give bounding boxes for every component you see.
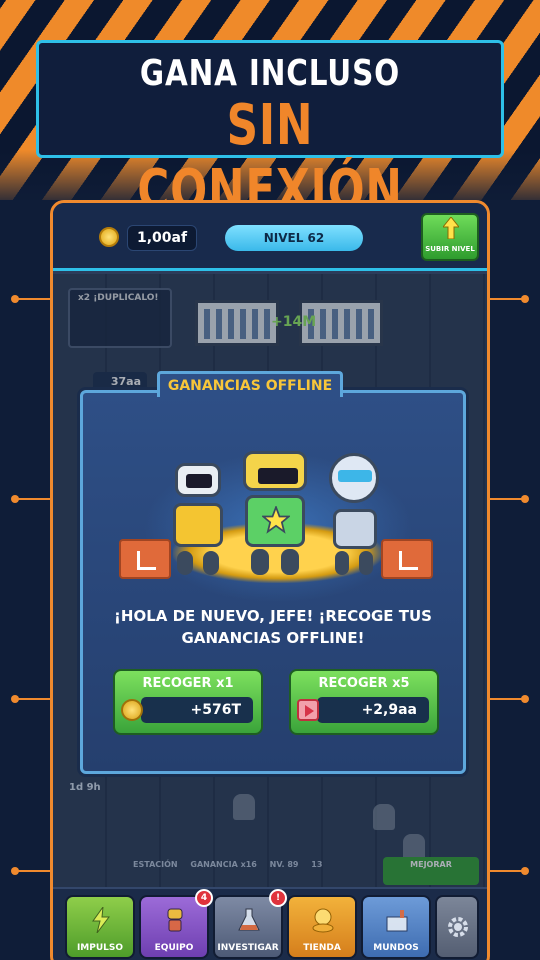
dialog-message: ¡HOLA DE NUEVO, JEFE! ¡RECOGE TUS GANANC… — [114, 607, 432, 647]
collect-x1-value: +576T — [141, 697, 253, 723]
robot-blue-icon — [323, 453, 387, 581]
connector-left-4 — [11, 867, 50, 875]
level-indicator[interactable]: NIVEL 62 — [225, 225, 363, 251]
level-up-label: SUBIR NIVEL — [425, 245, 475, 253]
nav-boost-button[interactable]: IMPULSO — [65, 895, 135, 959]
connector-right-2 — [490, 495, 529, 503]
collect-x5-label: RECOGER x5 — [318, 676, 410, 691]
offline-earnings-dialog: GANANCIAS OFFLINE ¡HOLA DE NUEVO, JEFE! … — [80, 371, 466, 774]
nav-worlds-label: MUNDOS — [373, 943, 419, 953]
crate-icon — [381, 539, 433, 579]
nav-shop-label: TIENDA — [303, 943, 341, 953]
nav-team-button[interactable]: 4 EQUIPO — [139, 889, 213, 959]
collect-x1-label: RECOGER x1 — [142, 676, 234, 691]
robot-yellow-icon — [163, 463, 233, 583]
arrow-up-icon — [443, 217, 459, 239]
team-badge: 4 — [195, 889, 213, 907]
robot-green-icon — [237, 451, 313, 581]
star-icon — [262, 506, 290, 534]
dialog-title-tab: GANANCIAS OFFLINE — [157, 371, 343, 397]
lightning-icon — [92, 907, 110, 933]
video-ad-icon — [297, 699, 319, 721]
nav-research-label: INVESTIGAR — [217, 943, 279, 953]
connector-right-1 — [490, 295, 529, 303]
coin-icon — [99, 227, 119, 247]
bottom-navigation: IMPULSO 4 EQUIPO ! INVESTIGAR TIENDA MUN… — [53, 887, 487, 960]
collect-x1-button[interactable]: RECOGER x1 +576T — [113, 669, 263, 735]
nav-boost-label: IMPULSO — [76, 943, 124, 953]
coins-icon — [312, 908, 334, 933]
top-bar: 1,00af NIVEL 62 SUBIR NIVEL — [53, 203, 487, 271]
factory-icon — [386, 910, 408, 932]
connector-left-3 — [11, 695, 50, 703]
dialog-title: GANANCIAS OFFLINE — [167, 378, 333, 394]
coin-icon — [121, 699, 143, 721]
headline-line-1: GANA INCLUSO — [139, 53, 401, 94]
level-up-button[interactable]: SUBIR NIVEL — [421, 213, 479, 261]
nav-team-label: EQUIPO — [154, 943, 194, 953]
cash-counter: 1,00af — [127, 225, 197, 251]
nav-shop-button[interactable]: TIENDA — [287, 895, 357, 959]
gear-icon — [448, 917, 468, 937]
nav-worlds-button[interactable]: MUNDOS — [361, 895, 431, 959]
collect-x5-button[interactable]: RECOGER x5 +2,9aa — [289, 669, 439, 735]
research-badge: ! — [269, 889, 287, 907]
nav-research-button[interactable]: ! INVESTIGAR — [213, 889, 287, 959]
connector-right-3 — [490, 695, 529, 703]
nav-settings-button[interactable] — [435, 895, 479, 959]
collect-x5-value: +2,9aa — [317, 697, 429, 723]
connector-right-4 — [490, 867, 529, 875]
worker-icon — [167, 908, 183, 932]
headline-banner: GANA INCLUSO SIN CONEXIÓN — [36, 40, 504, 223]
phone-frame: 1,00af NIVEL 62 SUBIR NIVEL x2 ¡DUPLICAL… — [50, 200, 490, 960]
connector-left-2 — [11, 495, 50, 503]
flask-icon — [238, 908, 260, 931]
connector-left-1 — [11, 295, 50, 303]
